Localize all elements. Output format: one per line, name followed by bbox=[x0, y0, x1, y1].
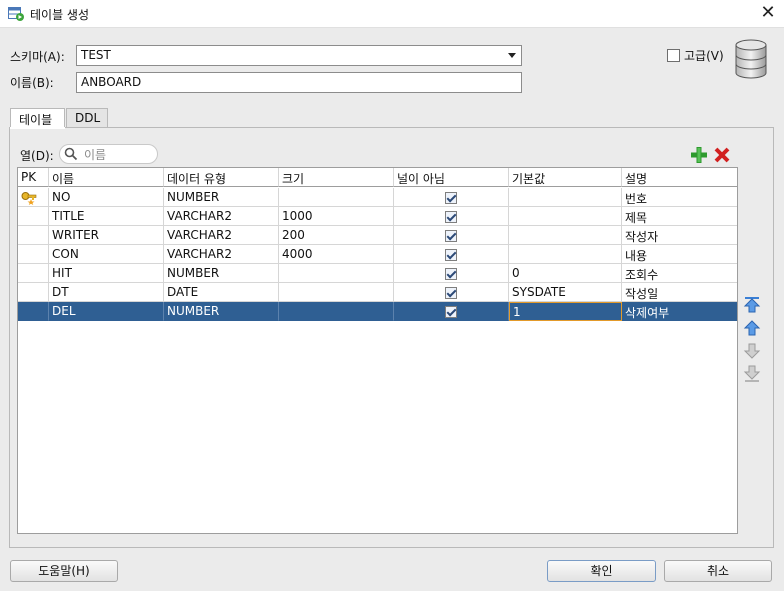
create-table-app-icon bbox=[8, 7, 24, 21]
cancel-button[interactable]: 취소 bbox=[664, 560, 772, 582]
not-null-checkbox[interactable] bbox=[445, 248, 457, 261]
add-column-icon[interactable] bbox=[690, 146, 708, 164]
advanced-label[interactable]: 고급(V) bbox=[684, 47, 724, 64]
search-placeholder: 이름 bbox=[84, 148, 107, 162]
header-size[interactable]: 크기 bbox=[279, 168, 394, 187]
cell-not-null[interactable] bbox=[394, 283, 509, 302]
cell-comment[interactable]: 작성일 bbox=[622, 283, 737, 302]
name-label: 이름(B): bbox=[10, 76, 54, 90]
columns-table: PK 이름 데이터 유형 크기 널이 아님 기본값 설명 NO NUMBER 번호 T… bbox=[17, 167, 738, 534]
cell-comment[interactable]: 작성자 bbox=[622, 226, 737, 245]
not-null-checkbox[interactable] bbox=[445, 305, 457, 318]
tab-ddl[interactable]: DDL bbox=[66, 108, 108, 128]
cell-pk[interactable] bbox=[18, 207, 49, 226]
cell-comment[interactable]: 조회수 bbox=[622, 264, 737, 283]
cell-not-null[interactable] bbox=[394, 226, 509, 245]
cell-name[interactable]: HIT bbox=[49, 264, 164, 283]
header-data-type[interactable]: 데이터 유형 bbox=[164, 168, 279, 187]
cell-size[interactable] bbox=[279, 302, 394, 321]
header-comment[interactable]: 설명 bbox=[622, 168, 737, 187]
cell-pk[interactable] bbox=[18, 188, 49, 207]
cell-size[interactable]: 4000 bbox=[279, 245, 394, 264]
cell-comment[interactable]: 삭제여부 bbox=[622, 302, 737, 321]
schema-label: 스키마(A): bbox=[10, 50, 65, 64]
help-button[interactable]: 도움말(H) bbox=[10, 560, 118, 582]
cell-pk[interactable] bbox=[18, 283, 49, 302]
cell-default[interactable] bbox=[509, 245, 622, 264]
tab-table[interactable]: 테이블 bbox=[10, 108, 65, 128]
cell-not-null[interactable] bbox=[394, 207, 509, 226]
advanced-checkbox[interactable] bbox=[667, 49, 680, 62]
cell-name[interactable]: CON bbox=[49, 245, 164, 264]
primary-key-icon bbox=[21, 191, 37, 205]
ok-button[interactable]: 확인 bbox=[547, 560, 656, 582]
search-icon bbox=[64, 147, 78, 161]
schema-select-value: TEST bbox=[81, 48, 111, 62]
not-null-checkbox[interactable] bbox=[445, 191, 457, 204]
cell-data-type[interactable]: VARCHAR2 bbox=[164, 245, 279, 264]
cell-pk[interactable] bbox=[18, 302, 49, 321]
schema-select[interactable]: TEST bbox=[76, 45, 522, 66]
cell-not-null[interactable] bbox=[394, 188, 509, 207]
remove-column-icon[interactable] bbox=[713, 146, 731, 164]
cell-size[interactable] bbox=[279, 188, 394, 207]
not-null-checkbox[interactable] bbox=[445, 267, 457, 280]
cell-default[interactable] bbox=[509, 207, 622, 226]
cell-data-type[interactable]: VARCHAR2 bbox=[164, 226, 279, 245]
cell-data-type[interactable]: VARCHAR2 bbox=[164, 207, 279, 226]
cell-default[interactable] bbox=[509, 226, 622, 245]
cell-comment[interactable]: 제목 bbox=[622, 207, 737, 226]
cell-pk[interactable] bbox=[18, 245, 49, 264]
cell-size[interactable] bbox=[279, 283, 394, 302]
not-null-checkbox[interactable] bbox=[445, 286, 457, 299]
cell-comment[interactable]: 번호 bbox=[622, 188, 737, 207]
cell-not-null[interactable] bbox=[394, 264, 509, 283]
cell-name[interactable]: DEL bbox=[49, 302, 164, 321]
chevron-down-icon[interactable] bbox=[508, 53, 516, 58]
move-top-icon[interactable] bbox=[743, 296, 761, 314]
cell-size[interactable]: 1000 bbox=[279, 207, 394, 226]
cell-not-null[interactable] bbox=[394, 302, 509, 321]
cell-size[interactable] bbox=[279, 264, 394, 283]
active-tab-joint bbox=[10, 127, 65, 129]
header-pk[interactable]: PK bbox=[18, 168, 49, 187]
move-up-icon[interactable] bbox=[743, 319, 761, 337]
columns-filter-label: 열(D): bbox=[20, 149, 54, 163]
not-null-checkbox[interactable] bbox=[445, 229, 457, 242]
cell-data-type[interactable]: NUMBER bbox=[164, 264, 279, 283]
header-name[interactable]: 이름 bbox=[49, 168, 164, 187]
window-title: 테이블 생성 bbox=[30, 8, 90, 22]
not-null-checkbox[interactable] bbox=[445, 210, 457, 223]
cell-data-type[interactable]: NUMBER bbox=[164, 302, 279, 321]
move-bottom-icon[interactable] bbox=[743, 365, 761, 383]
cell-name[interactable]: DT bbox=[49, 283, 164, 302]
cell-data-type[interactable]: DATE bbox=[164, 283, 279, 302]
header-not-null[interactable]: 널이 아님 bbox=[394, 168, 509, 187]
title-bar bbox=[0, 0, 784, 28]
cell-pk[interactable] bbox=[18, 264, 49, 283]
cell-default[interactable]: 0 bbox=[509, 264, 622, 283]
cell-pk[interactable] bbox=[18, 226, 49, 245]
cell-not-null[interactable] bbox=[394, 245, 509, 264]
cell-default[interactable]: SYSDATE bbox=[509, 283, 622, 302]
cell-default[interactable]: 1 bbox=[509, 302, 622, 321]
cell-data-type[interactable]: NUMBER bbox=[164, 188, 279, 207]
cell-name[interactable]: NO bbox=[49, 188, 164, 207]
close-icon[interactable]: ✕ bbox=[757, 2, 779, 24]
cell-default[interactable] bbox=[509, 188, 622, 207]
database-icon bbox=[735, 39, 767, 79]
table-name-input[interactable]: ANBOARD bbox=[76, 72, 522, 93]
cell-name[interactable]: TITLE bbox=[49, 207, 164, 226]
move-down-icon[interactable] bbox=[743, 342, 761, 360]
cell-comment[interactable]: 내용 bbox=[622, 245, 737, 264]
header-default[interactable]: 기본값 bbox=[509, 168, 622, 187]
cell-size[interactable]: 200 bbox=[279, 226, 394, 245]
cell-name[interactable]: WRITER bbox=[49, 226, 164, 245]
